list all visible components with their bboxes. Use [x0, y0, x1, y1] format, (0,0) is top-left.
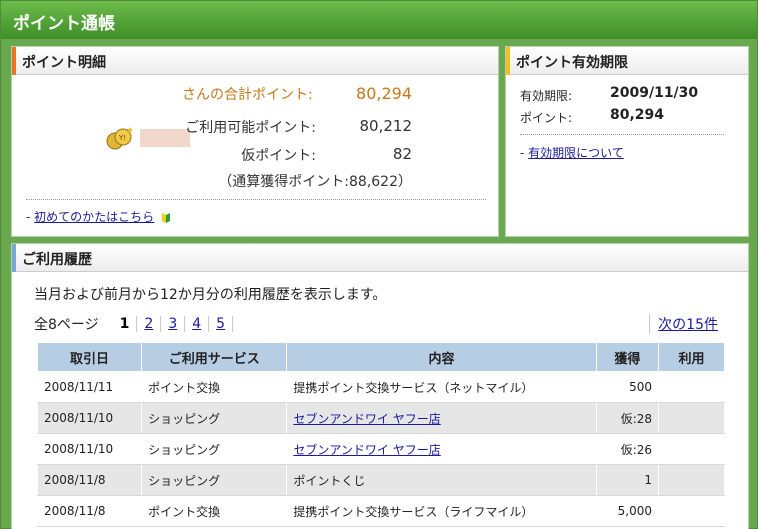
table-row: 2008/11/10 ショッピング セブンアンドワイ ヤフー店 仮:28: [36, 402, 725, 434]
col-earned: 獲得: [595, 342, 660, 372]
store-link[interactable]: セブンアンドワイ ヤフー店: [293, 412, 440, 426]
cell-used: [658, 402, 725, 434]
points-passbook-frame: ポイント通帳 ポイント明細 Y! さんの合計ポイント: 80,294 ご利用可能…: [0, 0, 758, 529]
history-description: 当月および前月から12か月分の利用履歴を表示します。: [34, 287, 387, 303]
cell-earned: 5,000: [595, 495, 660, 527]
cell-service: ポイント交換: [141, 371, 288, 403]
expiry-date-label: 有効期限:: [520, 89, 573, 103]
link-dash: -: [520, 146, 525, 160]
page-5-link[interactable]: 5: [208, 316, 234, 332]
history-table: 取引日 ご利用サービス 内容 獲得 利用 2008/11/11 ポイント交換 提…: [36, 342, 725, 527]
cell-date: 2008/11/11: [36, 371, 143, 403]
svg-text:Y!: Y!: [118, 134, 126, 142]
page-3-link[interactable]: 3: [160, 316, 184, 332]
table-row: 2008/11/8 ショッピング ポイントくじ 1: [36, 464, 725, 496]
provisional-points-label: 仮ポイント:: [241, 148, 316, 164]
expiry-points-label: ポイント:: [520, 111, 573, 125]
expiry-points-value: 80,294: [610, 107, 665, 123]
col-date: 取引日: [36, 342, 143, 372]
table-row: 2008/11/10 ショッピング セブンアンドワイ ヤフー店 仮:26: [36, 433, 725, 465]
cell-content: セブンアンドワイ ヤフー店: [286, 402, 597, 434]
store-link[interactable]: セブンアンドワイ ヤフー店: [293, 443, 440, 457]
total-points-value: 80,294: [356, 84, 412, 103]
total-points-label: さんの合計ポイント:: [182, 87, 313, 103]
coins-icon: Y!: [106, 127, 133, 150]
col-content: 内容: [286, 342, 597, 372]
table-row: 2008/11/8 ポイント交換 提携ポイント交換サービス（ライフマイル） 5,…: [36, 495, 725, 527]
cell-content: 提携ポイント交換サービス（ライフマイル）: [286, 495, 597, 527]
cell-used: [658, 464, 725, 496]
cell-service: ショッピング: [141, 433, 288, 465]
cell-date: 2008/11/10: [36, 402, 143, 434]
cell-earned: 仮:28: [595, 402, 660, 434]
page-title: ポイント通帳: [1, 1, 757, 39]
cell-service: ショッピング: [141, 464, 288, 496]
point-expiry-heading: ポイント有効期限: [506, 47, 748, 75]
cell-used: [658, 433, 725, 465]
cell-earned: 1: [595, 464, 660, 496]
next-15-link[interactable]: 次の15件: [649, 314, 718, 334]
cell-date: 2008/11/8: [36, 464, 143, 496]
point-detail-panel: ポイント明細 Y! さんの合計ポイント: 80,294 ご利用可能ポイント: 8…: [11, 46, 499, 237]
expiry-date-value: 2009/11/30: [610, 85, 699, 101]
link-dash: -: [26, 210, 31, 224]
cumulative-points: （通算獲得ポイント:88,622）: [218, 174, 412, 190]
first-time-row: - 初めてのかたはこちら: [26, 208, 171, 225]
usable-points-value: 80,212: [359, 117, 413, 135]
first-time-link[interactable]: 初めてのかたはこちら: [34, 210, 154, 224]
table-header-row: 取引日 ご利用サービス 内容 獲得 利用: [36, 342, 725, 372]
cell-content: 提携ポイント交換サービス（ネットマイル）: [286, 371, 597, 403]
heading-accent-bar: [506, 47, 510, 75]
pagination: 全8ページ 1 2 3 4 5: [34, 314, 234, 334]
point-detail-heading: ポイント明細: [12, 47, 498, 75]
usable-points-label: ご利用可能ポイント:: [185, 120, 316, 136]
expiry-about-row: - 有効期限について: [520, 144, 624, 161]
heading-accent-bar: [12, 47, 16, 75]
point-expiry-panel: ポイント有効期限 有効期限: 2009/11/30 ポイント: 80,294 -…: [505, 46, 749, 237]
usage-history-heading: ご利用履歴: [12, 244, 748, 272]
cell-used: [658, 371, 725, 403]
cell-service: ポイント交換: [141, 495, 288, 527]
cell-content: セブンアンドワイ ヤフー店: [286, 433, 597, 465]
page-1: 1: [119, 316, 130, 332]
beginner-mark-icon: [162, 212, 171, 223]
table-row: 2008/11/11 ポイント交換 提携ポイント交換サービス（ネットマイル） 5…: [36, 371, 725, 403]
cell-content: ポイントくじ: [286, 464, 597, 496]
cell-date: 2008/11/8: [36, 495, 143, 527]
usage-history-title: ご利用履歴: [22, 252, 92, 268]
cell-earned: 500: [595, 371, 660, 403]
expiry-about-link[interactable]: 有効期限について: [528, 146, 624, 160]
provisional-points-value: 82: [392, 145, 412, 163]
page-2-link[interactable]: 2: [136, 316, 160, 332]
cell-used: [658, 495, 725, 527]
usage-history-panel: ご利用履歴 当月および前月から12か月分の利用履歴を表示します。 全8ページ 1…: [11, 243, 749, 529]
cell-date: 2008/11/10: [36, 433, 143, 465]
page-4-link[interactable]: 4: [184, 316, 208, 332]
heading-accent-bar: [12, 244, 16, 272]
cell-service: ショッピング: [141, 402, 288, 434]
cell-earned: 仮:26: [595, 433, 660, 465]
divider: [520, 134, 724, 135]
divider: [26, 199, 486, 200]
point-detail-title: ポイント明細: [22, 55, 106, 71]
point-expiry-title: ポイント有効期限: [516, 55, 628, 71]
col-used: 利用: [658, 342, 725, 372]
col-service: ご利用サービス: [141, 342, 288, 372]
total-pages: 全8ページ: [34, 317, 99, 333]
